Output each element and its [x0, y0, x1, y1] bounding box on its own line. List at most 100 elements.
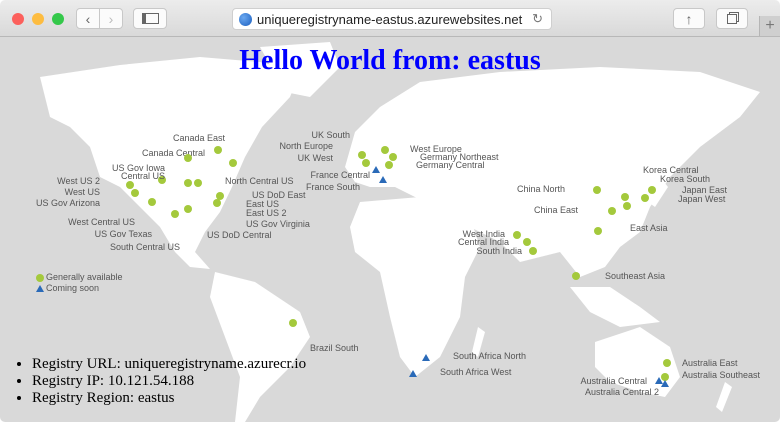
- region-label-us-dod-central: US DoD Central: [207, 230, 272, 240]
- tabs-icon: [727, 13, 737, 24]
- region-label-uk-south: UK South: [311, 130, 350, 140]
- region-label-west-us: West US: [64, 187, 100, 197]
- browser-toolbar: ‹ › uniqueregistryname-eastus.azurewebsi…: [0, 0, 780, 37]
- region-triangle-icon-south-africa-north: [422, 354, 430, 361]
- africa: [350, 197, 480, 377]
- region-label-south-india: South India: [476, 246, 522, 256]
- region-dot-icon-brazil-south: [289, 319, 297, 327]
- minimize-button[interactable]: [32, 13, 44, 25]
- registry-details: Registry URL: uniqueregistryname.azurecr…: [12, 356, 306, 407]
- region-label-canada-central: Canada Central: [141, 148, 205, 158]
- region-label-australia-central-2: Australia Central 2: [584, 387, 659, 397]
- legend-coming: Coming soon: [36, 283, 123, 294]
- region-dot-icon-south-india: [529, 247, 537, 255]
- region-label-france-central: France Central: [310, 170, 370, 180]
- region-label-australia-east: Australia East: [682, 358, 738, 368]
- region-label-us-gov-virginia: US Gov Virginia: [246, 219, 310, 229]
- sidebar-button[interactable]: [133, 8, 167, 29]
- page-content: Hello World from: eastus Canada East Cana…: [0, 37, 780, 422]
- region-label-southeast-asia: Southeast Asia: [605, 271, 666, 281]
- region-dot-icon-west-india: [513, 231, 521, 239]
- url-text: uniqueregistryname-eastus.azurewebsites.…: [257, 12, 523, 27]
- region-dot-icon-korea-south: [623, 202, 631, 210]
- tabs-button[interactable]: [716, 8, 748, 29]
- region-label-south-central-us: South Central US: [109, 242, 180, 252]
- region-label-south-africa-north: South Africa North: [453, 351, 527, 361]
- registry-region: Registry Region: eastus: [32, 390, 306, 407]
- legend-available: Generally available: [36, 272, 123, 283]
- region-dot-icon-japan-east: [648, 186, 656, 194]
- region-dot-icon-australia-east: [663, 359, 671, 367]
- region-dot-icon-canada-central: [214, 146, 222, 154]
- region-label-east-asia: East Asia: [630, 223, 668, 233]
- region-label-central-us: Central US: [120, 171, 165, 181]
- coming-triangle-icon: [36, 285, 44, 292]
- back-button[interactable]: ‹: [76, 8, 100, 29]
- registry-ip: Registry IP: 10.121.54.188: [32, 373, 306, 390]
- globe-icon: [239, 13, 252, 26]
- browser-window: ‹ › uniqueregistryname-eastus.azurewebsi…: [0, 0, 780, 422]
- share-icon: ↑: [685, 10, 693, 27]
- available-dot-icon: [36, 274, 44, 282]
- region-dot-icon-canada-east: [229, 159, 237, 167]
- region-label-china-north: China North: [516, 184, 565, 194]
- region-dot-icon-west-central-us: [184, 179, 192, 187]
- region-dot-icon-west-us: [131, 189, 139, 197]
- region-label-china-east: China East: [533, 205, 578, 215]
- region-triangle-icon-france-central: [372, 166, 380, 173]
- region-triangle-icon-australia-central-2: [661, 380, 669, 387]
- region-label-brazil-south: Brazil South: [310, 343, 359, 353]
- region-dot-icon-korea-central: [621, 193, 629, 201]
- region-label-korea-south: Korea South: [660, 174, 711, 184]
- page-heading: Hello World from: eastus: [239, 45, 541, 76]
- chevron-left-icon: ‹: [85, 10, 91, 27]
- region-dot-icon-germany-central: [385, 161, 393, 169]
- region-dot-icon-japan-west: [641, 194, 649, 202]
- southeast-asia: [570, 287, 660, 327]
- region-label-japan-west: Japan West: [678, 194, 726, 204]
- sidebar-icon: [141, 13, 159, 24]
- region-label-north-central-us: North Central US: [225, 176, 294, 186]
- region-dot-icon-china-east: [608, 207, 616, 215]
- region-dot-icon-uk-west: [362, 159, 370, 167]
- region-triangle-icon-south-africa-west: [409, 370, 417, 377]
- region-dot-icon-southeast-asia: [572, 272, 580, 280]
- new-tab-button[interactable]: +: [759, 16, 780, 36]
- region-dot-icon-us-gov-texas: [171, 210, 179, 218]
- chevron-right-icon: ›: [108, 10, 114, 27]
- region-dot-icon-us-gov-arizona: [148, 198, 156, 206]
- region-dot-icon-central-india: [523, 238, 531, 246]
- region-label-us-gov-texas: US Gov Texas: [94, 229, 152, 239]
- registry-url: Registry URL: uniqueregistryname.azurecr…: [32, 356, 306, 373]
- map-legend: Generally available Coming soon: [36, 272, 123, 294]
- region-dot-icon-west-us-2: [126, 181, 134, 189]
- region-dot-icon-north-europe: [358, 151, 366, 159]
- region-dot-icon-china-north: [593, 186, 601, 194]
- zoom-button[interactable]: [52, 13, 64, 25]
- region-label-canada-east: Canada East: [172, 133, 225, 143]
- region-label-australia-southeast: Australia Southeast: [682, 370, 761, 380]
- region-dot-icon-us-gov-iowa: [184, 154, 192, 162]
- region-label-france-south: France South: [305, 182, 360, 192]
- region-label-uk-west: UK West: [297, 153, 333, 163]
- region-label-east-us-2: East US 2: [246, 208, 287, 218]
- close-button[interactable]: [12, 13, 24, 25]
- region-label-west-us-2: West US 2: [57, 176, 100, 186]
- address-bar[interactable]: uniqueregistryname-eastus.azurewebsites.…: [232, 8, 552, 30]
- region-label-north-europe: North Europe: [279, 141, 333, 151]
- region-label-west-central-us: West Central US: [68, 217, 135, 227]
- region-label-south-africa-west: South Africa West: [440, 367, 512, 377]
- region-triangle-icon-france-south: [379, 176, 387, 183]
- region-dot-icon-west-europe: [381, 146, 389, 154]
- region-label-us-gov-arizona: US Gov Arizona: [35, 198, 100, 208]
- forward-button[interactable]: ›: [99, 8, 123, 29]
- share-button[interactable]: ↑: [673, 8, 705, 29]
- reload-icon[interactable]: ↻: [532, 11, 543, 27]
- region-dot-icon-north-central-us: [194, 179, 202, 187]
- region-dot-icon-east-us: [213, 199, 221, 207]
- region-label-australia-central: Australia Central: [580, 376, 647, 386]
- region-dot-icon-south-central-us: [184, 205, 192, 213]
- region-dot-icon-germany-northeast: [389, 153, 397, 161]
- new-zealand: [716, 382, 732, 412]
- region-label-germany-central: Germany Central: [416, 160, 485, 170]
